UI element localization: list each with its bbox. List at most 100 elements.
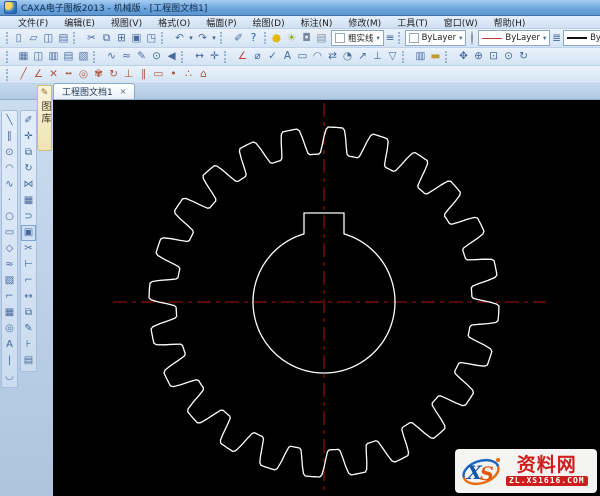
dim-roughness-icon[interactable]: ▽ (385, 49, 400, 64)
dim-arc-icon[interactable]: ◠ (310, 49, 325, 64)
erase-assist-icon[interactable]: ✕ (46, 67, 61, 82)
polygon-icon[interactable]: ◇ (2, 241, 17, 257)
open-file-icon[interactable]: ▱ (26, 31, 41, 46)
paste-icon[interactable]: ▣ (129, 31, 144, 46)
dim-radius-icon[interactable]: ⌀ (250, 49, 265, 64)
rotate-copy-icon[interactable]: ↻ (106, 67, 121, 82)
layer-manager-icon[interactable]: ≡ (386, 31, 395, 46)
perpendicular-icon[interactable]: ⊥ (121, 67, 136, 82)
hatch-icon[interactable]: ▨ (2, 273, 17, 289)
paper-setup-icon[interactable]: ▦ (16, 49, 31, 64)
note-box-icon[interactable]: ▭ (151, 67, 166, 82)
menu-window[interactable]: 窗口(W) (436, 16, 486, 29)
layer-visibility-icon[interactable]: ● (269, 31, 284, 46)
format-brush-icon[interactable]: ✐ (231, 31, 246, 46)
layer-lock-icon[interactable]: ◘ (299, 31, 314, 46)
point-tool-icon[interactable]: · (2, 193, 17, 209)
trim-icon[interactable]: ✂ (21, 241, 36, 257)
copy-with-basepoint-icon[interactable]: ⊞ (114, 31, 129, 46)
cut-icon[interactable]: ✂ (84, 31, 99, 46)
title-block-icon[interactable]: ▥ (46, 49, 61, 64)
new-file-icon[interactable]: ▯ (11, 31, 26, 46)
measure-tool-icon[interactable]: ▬ (428, 49, 443, 64)
zoom-rotate-icon[interactable]: ↻ (516, 49, 531, 64)
menu-format[interactable]: 格式(O) (150, 16, 198, 29)
point-icon[interactable]: • (166, 67, 181, 82)
dim-pie-icon[interactable]: ◔ (340, 49, 355, 64)
wave-line-icon[interactable]: ∿ (104, 49, 119, 64)
rotate-icon[interactable]: ↻ (21, 161, 36, 177)
rectangle-icon[interactable]: ▭ (2, 225, 17, 241)
sketch-pencil-icon[interactable]: ✎ (134, 49, 149, 64)
fillet-icon[interactable]: ⌐ (2, 289, 17, 305)
offset-icon[interactable]: ⊃ (21, 209, 36, 225)
copy-object-icon[interactable]: ⧉ (21, 145, 36, 161)
line-icon[interactable]: ╲ (2, 113, 17, 129)
zoom-in-icon[interactable]: ⊕ (471, 49, 486, 64)
color-combo[interactable]: ByLayer ▾ (405, 30, 467, 46)
redo-icon[interactable]: ↷ (195, 31, 210, 46)
layer-freeze-icon[interactable]: ☀ (284, 31, 299, 46)
layer-print-icon[interactable]: ▤ (314, 31, 329, 46)
menu-tools[interactable]: 工具(T) (389, 16, 436, 29)
centerline-icon[interactable]: ╍ (61, 67, 76, 82)
move-icon[interactable]: ✛ (21, 129, 36, 145)
linetype-combo[interactable]: ByLayer ▾ (478, 30, 550, 46)
dim-check-icon[interactable]: ✓ (265, 49, 280, 64)
dim-edit-icon[interactable]: ⊦ (21, 337, 36, 353)
pan-tool-icon[interactable]: ✥ (456, 49, 471, 64)
save-icon[interactable]: ◫ (41, 31, 56, 46)
detail-view-icon[interactable]: ⊙ (149, 49, 164, 64)
select-frame-icon[interactable]: ▣ (21, 225, 36, 241)
dim-frame-icon[interactable]: ▭ (295, 49, 310, 64)
dim-coordinate-icon[interactable]: ✛ (207, 49, 222, 64)
stretch-icon[interactable]: ↔ (21, 289, 36, 305)
menu-dimension[interactable]: 标注(N) (293, 16, 341, 29)
spline-icon[interactable]: ∿ (2, 177, 17, 193)
break-line-icon[interactable]: ≈ (119, 49, 134, 64)
handbook-icon[interactable]: ▥ (413, 49, 428, 64)
undo-icon[interactable]: ↶ (172, 31, 187, 46)
plot-icon[interactable]: ▤ (21, 353, 36, 369)
bom-table-icon[interactable]: ▧ (76, 49, 91, 64)
arc-icon[interactable]: ◠ (2, 161, 17, 177)
dim-leader-icon[interactable]: ↗ (355, 49, 370, 64)
wave-icon[interactable]: ≈ (2, 257, 17, 273)
text-icon[interactable]: A (2, 337, 17, 353)
array-icon[interactable]: ▦ (21, 193, 36, 209)
zoom-window-icon[interactable]: ⊡ (486, 49, 501, 64)
menu-file[interactable]: 文件(F) (10, 16, 56, 29)
undo-dropdown-icon[interactable]: ▾ (187, 31, 195, 46)
lineweight-combo[interactable]: ByLayer (563, 30, 600, 46)
menu-edit[interactable]: 编辑(E) (56, 16, 103, 29)
label-icon[interactable]: ◎ (2, 321, 17, 337)
layer-combo[interactable]: 粗实线 ▾ (331, 30, 384, 46)
dim-symmetry-icon[interactable]: ⇄ (325, 49, 340, 64)
dim-angle-icon[interactable]: ∠ (235, 49, 250, 64)
grid-icon[interactable]: ▦ (2, 305, 17, 321)
block-icon[interactable]: ⌂ (196, 67, 211, 82)
redo-dropdown-icon[interactable]: ▾ (210, 31, 218, 46)
copy-icon[interactable]: ⧉ (99, 31, 114, 46)
circle-icon[interactable]: ⊙ (2, 145, 17, 161)
parallel-icon[interactable]: ∥ (136, 67, 151, 82)
stack-copy-icon[interactable]: ⧉ (21, 305, 36, 321)
library-panel-tab[interactable]: ✎ 图库 (37, 85, 52, 151)
drawing-canvas[interactable]: X S 资料网 ZL.XS1616.COM (53, 100, 600, 496)
help-icon[interactable]: ? (246, 31, 261, 46)
drawing-frame-icon[interactable]: ◫ (31, 49, 46, 64)
quick-line-icon[interactable]: ╱ (16, 67, 31, 82)
document-tab[interactable]: 工程图文档1 × (53, 83, 135, 99)
menu-view[interactable]: 视图(V) (103, 16, 150, 29)
menu-modify[interactable]: 修改(M) (340, 16, 389, 29)
ellipse-icon[interactable]: ○ (2, 209, 17, 225)
linetype-manager-icon[interactable]: ≣ (552, 31, 561, 46)
mirror-icon[interactable]: ⋈ (21, 177, 36, 193)
print-icon[interactable]: ▤ (56, 31, 71, 46)
param-bar-icon[interactable]: ▤ (61, 49, 76, 64)
angle-line-icon[interactable]: ∠ (31, 67, 46, 82)
zoom-all-icon[interactable]: ⊙ (501, 49, 516, 64)
chamfer-icon[interactable]: ✎ (21, 321, 36, 337)
lasso-icon[interactable]: ◡ (2, 369, 17, 385)
dim-datum-icon[interactable]: ⊥ (370, 49, 385, 64)
